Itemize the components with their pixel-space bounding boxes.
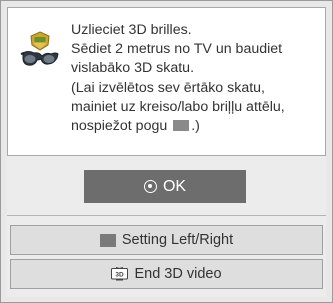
3d-icon-text: 3D [116,272,125,279]
instruction-text: Uzlieciet 3D brilles. Sēdiet 2 metrus no… [71,21,321,136]
setting-left-right-button[interactable]: Setting Left/Right [10,225,323,255]
instruction-line: Uzlieciet 3D brilles. [71,22,192,38]
instruction-line: nospiežot pogu .) [71,117,321,136]
3d-tv-icon: 3D [111,267,129,281]
message-panel: Uzlieciet 3D brilles. Sēdiet 2 metrus no… [7,7,326,156]
instruction-line-end: .) [191,118,200,135]
end-3d-video-label: End 3D video [134,266,222,282]
instruction-line: Sēdiet 2 metrus no TV un baudiet [71,41,283,58]
instruction-line: mainiet uz kreiso/labo briļļu attēlu, [71,98,285,115]
ok-button[interactable]: OK [84,170,246,203]
action-area: OK Setting Left/Right 3D End 3D video [7,156,326,297]
instruction-line: (Lai izvēlētos sev ērtāko skatu, [71,79,265,96]
divider [7,215,326,216]
3d-glasses-dialog: Uzlieciet 3D brilles. Sēdiet 2 metrus no… [0,0,333,303]
instruction-line-text: nospiežot pogu [71,118,168,135]
end-3d-video-button[interactable]: 3D End 3D video [10,259,323,289]
3d-glasses-icon [20,31,59,66]
instruction-line: vislabāko 3D skatu. [71,60,195,77]
ok-circle-icon [143,180,157,193]
color-key-icon [99,233,116,247]
button-swatch-icon [173,120,190,132]
ok-label: OK [162,177,187,195]
setting-left-right-label: Setting Left/Right [121,232,234,248]
